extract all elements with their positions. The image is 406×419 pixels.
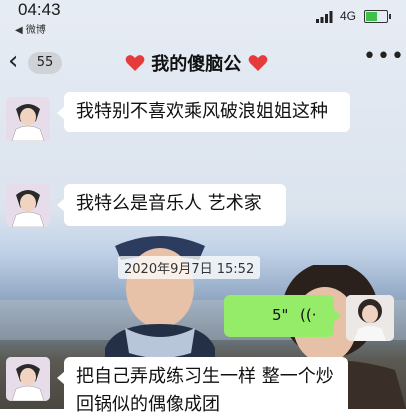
chat-header: ‹ 55 我的傻脑公 ••• xyxy=(0,40,406,88)
avatar-illustration xyxy=(6,357,50,401)
my-avatar-photo xyxy=(346,295,394,341)
heart-icon xyxy=(248,55,267,71)
avatar-illustration xyxy=(6,97,50,141)
network-type: 4G xyxy=(340,9,357,23)
contact-avatar[interactable] xyxy=(6,97,50,141)
message-text: 我特么是音乐人 艺术家 xyxy=(76,193,262,214)
battery-icon xyxy=(364,10,391,23)
contact-avatar[interactable] xyxy=(6,357,50,401)
unread-badge[interactable]: 55 xyxy=(28,52,62,74)
status-bar: 04:43 ◀ 微博 4G xyxy=(0,0,406,36)
back-chevron-icon[interactable]: ‹ xyxy=(8,46,18,76)
message-bubble[interactable]: 我特别不喜欢乘风破浪姐姐这种 xyxy=(57,92,350,132)
message-bubble[interactable]: 我特么是音乐人 艺术家 xyxy=(57,184,286,226)
message-text: 把自己弄成练习生一样 整一个炒回锅似的偶像成团 xyxy=(76,366,334,415)
voice-message-bubble[interactable]: 5" ((· xyxy=(224,295,341,337)
message-timestamp: 2020年9月7日 15:52 xyxy=(118,256,261,279)
voice-wave-icon: ((· xyxy=(300,306,317,324)
signal-icon xyxy=(316,11,333,23)
battery-level xyxy=(366,12,377,21)
chat-title: 我的傻脑公 xyxy=(125,50,268,76)
avatar-illustration xyxy=(6,183,50,227)
message-text: 我特别不喜欢乘风破浪姐姐这种 xyxy=(76,101,328,122)
battery-nub xyxy=(389,14,391,19)
back-to-app-link[interactable]: ◀ 微博 xyxy=(15,21,46,36)
voice-duration: 5" xyxy=(272,306,289,324)
contact-avatar[interactable] xyxy=(6,183,50,227)
message-bubble[interactable]: 把自己弄成练习生一样 整一个炒回锅似的偶像成团 xyxy=(57,357,348,415)
more-options-button[interactable]: ••• xyxy=(363,44,405,69)
my-avatar[interactable] xyxy=(346,295,394,341)
status-time: 04:43 xyxy=(18,0,61,19)
heart-icon xyxy=(125,55,145,71)
chat-title-text: 我的傻脑公 xyxy=(151,54,242,75)
